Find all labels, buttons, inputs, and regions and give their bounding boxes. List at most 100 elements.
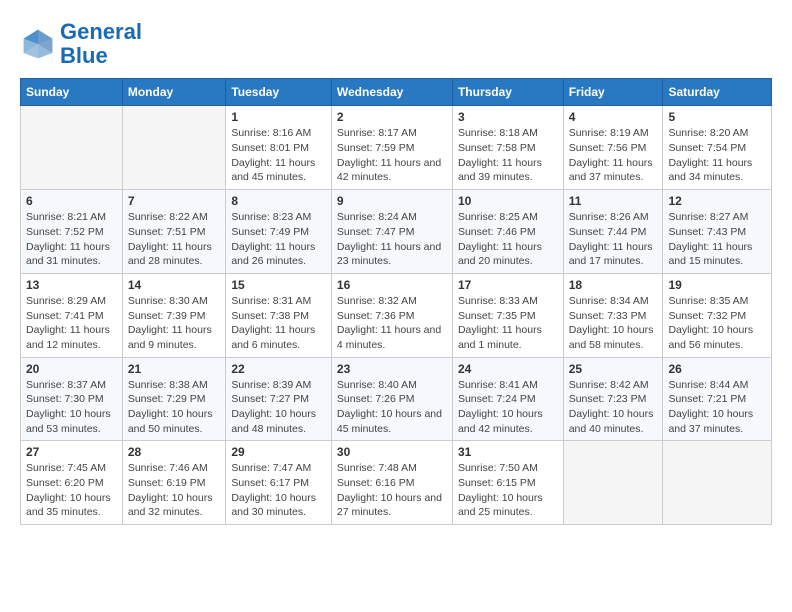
calendar-cell: 7 Sunrise: 8:22 AM Sunset: 7:51 PM Daylig…	[122, 190, 226, 274]
day-number: 11	[569, 194, 658, 208]
day-info: Sunrise: 8:39 AM Sunset: 7:27 PM Dayligh…	[231, 378, 326, 437]
day-number: 25	[569, 362, 658, 376]
day-info: Sunrise: 8:22 AM Sunset: 7:51 PM Dayligh…	[128, 210, 221, 269]
calendar-cell: 24 Sunrise: 8:41 AM Sunset: 7:24 PM Dayli…	[452, 357, 563, 441]
day-number: 21	[128, 362, 221, 376]
calendar-cell: 23 Sunrise: 8:40 AM Sunset: 7:26 PM Dayli…	[331, 357, 452, 441]
day-info: Sunrise: 7:50 AM Sunset: 6:15 PM Dayligh…	[458, 461, 558, 520]
calendar-cell: 15Sunrise: 8:31 AM Sunset: 7:38 PM Dayli…	[226, 273, 332, 357]
calendar-cell: 25 Sunrise: 8:42 AM Sunset: 7:23 PM Dayli…	[563, 357, 663, 441]
calendar-cell: 8Sunrise: 8:23 AM Sunset: 7:49 PM Daylig…	[226, 190, 332, 274]
day-number: 24	[458, 362, 558, 376]
day-number: 19	[668, 278, 766, 292]
header-monday: Monday	[122, 79, 226, 106]
day-info: Sunrise: 8:17 AM Sunset: 7:59 PM Dayligh…	[337, 126, 447, 185]
calendar-cell: 19Sunrise: 8:35 AM Sunset: 7:32 PM Dayli…	[663, 273, 772, 357]
day-number: 8	[231, 194, 326, 208]
header-tuesday: Tuesday	[226, 79, 332, 106]
header-friday: Friday	[563, 79, 663, 106]
week-row-2: 6 Sunrise: 8:21 AM Sunset: 7:52 PM Daylig…	[21, 190, 772, 274]
calendar-cell: 4Sunrise: 8:19 AM Sunset: 7:56 PM Daylig…	[563, 106, 663, 190]
calendar-cell: 14 Sunrise: 8:30 AM Sunset: 7:39 PM Dayli…	[122, 273, 226, 357]
day-number: 17	[458, 278, 558, 292]
day-info: Sunrise: 7:46 AM Sunset: 6:19 PM Dayligh…	[128, 461, 221, 520]
calendar-cell: 28 Sunrise: 7:46 AM Sunset: 6:19 PM Dayli…	[122, 441, 226, 525]
header-wednesday: Wednesday	[331, 79, 452, 106]
day-info: Sunrise: 8:25 AM Sunset: 7:46 PM Dayligh…	[458, 210, 558, 269]
day-number: 3	[458, 110, 558, 124]
day-info: Sunrise: 8:29 AM Sunset: 7:41 PM Dayligh…	[26, 294, 117, 353]
day-info: Sunrise: 8:24 AM Sunset: 7:47 PM Dayligh…	[337, 210, 447, 269]
day-info: Sunrise: 7:48 AM Sunset: 6:16 PM Dayligh…	[337, 461, 447, 520]
day-number: 28	[128, 445, 221, 459]
day-info: Sunrise: 8:18 AM Sunset: 7:58 PM Dayligh…	[458, 126, 558, 185]
calendar-cell: 12 Sunrise: 8:27 AM Sunset: 7:43 PM Dayli…	[663, 190, 772, 274]
calendar-cell: 5Sunrise: 8:20 AM Sunset: 7:54 PM Daylig…	[663, 106, 772, 190]
day-number: 4	[569, 110, 658, 124]
day-info: Sunrise: 8:38 AM Sunset: 7:29 PM Dayligh…	[128, 378, 221, 437]
day-info: Sunrise: 8:34 AM Sunset: 7:33 PM Dayligh…	[569, 294, 658, 353]
page-header: General Blue	[20, 20, 772, 68]
header-saturday: Saturday	[663, 79, 772, 106]
week-row-3: 13Sunrise: 8:29 AM Sunset: 7:41 PM Dayli…	[21, 273, 772, 357]
day-number: 15	[231, 278, 326, 292]
day-info: Sunrise: 8:40 AM Sunset: 7:26 PM Dayligh…	[337, 378, 447, 437]
calendar-cell	[563, 441, 663, 525]
day-number: 20	[26, 362, 117, 376]
calendar-cell: 16 Sunrise: 8:32 AM Sunset: 7:36 PM Dayli…	[331, 273, 452, 357]
calendar-cell: 2 Sunrise: 8:17 AM Sunset: 7:59 PM Daylig…	[331, 106, 452, 190]
calendar-cell: 20 Sunrise: 8:37 AM Sunset: 7:30 PM Dayli…	[21, 357, 123, 441]
day-number: 27	[26, 445, 117, 459]
calendar-cell: 11 Sunrise: 8:26 AM Sunset: 7:44 PM Dayli…	[563, 190, 663, 274]
day-info: Sunrise: 8:42 AM Sunset: 7:23 PM Dayligh…	[569, 378, 658, 437]
day-info: Sunrise: 8:30 AM Sunset: 7:39 PM Dayligh…	[128, 294, 221, 353]
day-number: 12	[668, 194, 766, 208]
day-info: Sunrise: 8:33 AM Sunset: 7:35 PM Dayligh…	[458, 294, 558, 353]
day-number: 31	[458, 445, 558, 459]
day-info: Sunrise: 8:16 AM Sunset: 8:01 PM Dayligh…	[231, 126, 326, 185]
calendar-cell: 22 Sunrise: 8:39 AM Sunset: 7:27 PM Dayli…	[226, 357, 332, 441]
day-info: Sunrise: 7:47 AM Sunset: 6:17 PM Dayligh…	[231, 461, 326, 520]
day-info: Sunrise: 8:27 AM Sunset: 7:43 PM Dayligh…	[668, 210, 766, 269]
day-info: Sunrise: 8:41 AM Sunset: 7:24 PM Dayligh…	[458, 378, 558, 437]
day-number: 2	[337, 110, 447, 124]
calendar-cell	[122, 106, 226, 190]
week-row-1: 1 Sunrise: 8:16 AM Sunset: 8:01 PM Daylig…	[21, 106, 772, 190]
calendar-cell: 30 Sunrise: 7:48 AM Sunset: 6:16 PM Dayli…	[331, 441, 452, 525]
day-number: 10	[458, 194, 558, 208]
day-number: 23	[337, 362, 447, 376]
calendar-header-row: SundayMondayTuesdayWednesdayThursdayFrid…	[21, 79, 772, 106]
calendar-cell	[663, 441, 772, 525]
calendar-cell: 17 Sunrise: 8:33 AM Sunset: 7:35 PM Dayli…	[452, 273, 563, 357]
calendar-cell: 9Sunrise: 8:24 AM Sunset: 7:47 PM Daylig…	[331, 190, 452, 274]
calendar-cell	[21, 106, 123, 190]
day-number: 1	[231, 110, 326, 124]
day-info: Sunrise: 8:37 AM Sunset: 7:30 PM Dayligh…	[26, 378, 117, 437]
week-row-5: 27 Sunrise: 7:45 AM Sunset: 6:20 PM Dayli…	[21, 441, 772, 525]
day-number: 6	[26, 194, 117, 208]
day-number: 16	[337, 278, 447, 292]
day-number: 18	[569, 278, 658, 292]
calendar-cell: 10 Sunrise: 8:25 AM Sunset: 7:46 PM Dayli…	[452, 190, 563, 274]
calendar-cell: 27 Sunrise: 7:45 AM Sunset: 6:20 PM Dayli…	[21, 441, 123, 525]
calendar-cell: 21 Sunrise: 8:38 AM Sunset: 7:29 PM Dayli…	[122, 357, 226, 441]
calendar-cell: 18 Sunrise: 8:34 AM Sunset: 7:33 PM Dayli…	[563, 273, 663, 357]
week-row-4: 20 Sunrise: 8:37 AM Sunset: 7:30 PM Dayli…	[21, 357, 772, 441]
day-number: 22	[231, 362, 326, 376]
header-sunday: Sunday	[21, 79, 123, 106]
day-info: Sunrise: 8:32 AM Sunset: 7:36 PM Dayligh…	[337, 294, 447, 353]
calendar-cell: 26 Sunrise: 8:44 AM Sunset: 7:21 PM Dayli…	[663, 357, 772, 441]
day-number: 26	[668, 362, 766, 376]
day-number: 30	[337, 445, 447, 459]
day-info: Sunrise: 7:45 AM Sunset: 6:20 PM Dayligh…	[26, 461, 117, 520]
day-number: 14	[128, 278, 221, 292]
day-info: Sunrise: 8:26 AM Sunset: 7:44 PM Dayligh…	[569, 210, 658, 269]
logo-text: General Blue	[60, 20, 142, 68]
calendar-cell: 1 Sunrise: 8:16 AM Sunset: 8:01 PM Daylig…	[226, 106, 332, 190]
day-number: 7	[128, 194, 221, 208]
calendar-cell: 13Sunrise: 8:29 AM Sunset: 7:41 PM Dayli…	[21, 273, 123, 357]
header-thursday: Thursday	[452, 79, 563, 106]
day-info: Sunrise: 8:44 AM Sunset: 7:21 PM Dayligh…	[668, 378, 766, 437]
calendar-cell: 3 Sunrise: 8:18 AM Sunset: 7:58 PM Daylig…	[452, 106, 563, 190]
day-info: Sunrise: 8:21 AM Sunset: 7:52 PM Dayligh…	[26, 210, 117, 269]
